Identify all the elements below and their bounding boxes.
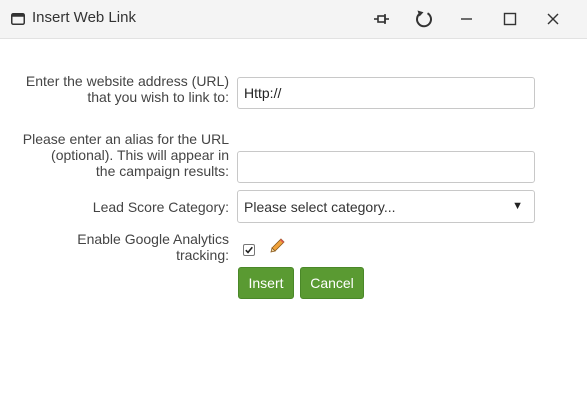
category-selected-value: Please select category... [244,199,396,215]
url-input[interactable] [237,77,535,109]
title-bar: Insert Web Link [0,0,587,39]
cancel-button[interactable]: Cancel [300,267,364,299]
window-icon [11,12,25,25]
url-label-line1: Enter the website address (URL) [25,73,229,89]
alias-label-line2: (optional). This will appear in [51,147,229,163]
pin-icon[interactable] [371,8,393,30]
alias-label-line1: Please enter an alias for the URL [22,131,229,147]
analytics-label-line1: Enable Google Analytics [77,231,229,247]
checkmark-icon [245,246,253,254]
analytics-label-line2: tracking: [176,247,229,263]
window-title: Insert Web Link [32,9,136,26]
url-label-line2: that you wish to link to: [87,89,229,105]
analytics-checkbox[interactable] [243,244,255,256]
close-icon[interactable] [542,8,564,30]
url-label: Enter the website address (URL) that you… [26,73,229,105]
chevron-down-icon: ▼ [512,200,523,212]
minimize-icon[interactable] [455,8,477,30]
refresh-icon[interactable] [413,8,435,30]
maximize-icon[interactable] [499,8,521,30]
alias-input[interactable] [237,151,535,183]
insert-button[interactable]: Insert [238,267,294,299]
analytics-label: Enable Google Analytics tracking: [77,231,229,263]
alias-label-line3: the campaign results: [95,163,229,179]
alias-label: Please enter an alias for the URL (optio… [23,131,229,179]
pencil-icon[interactable] [268,237,286,260]
category-label: Lead Score Category: [92,199,229,215]
category-select[interactable]: Please select category... ▼ [237,190,535,223]
